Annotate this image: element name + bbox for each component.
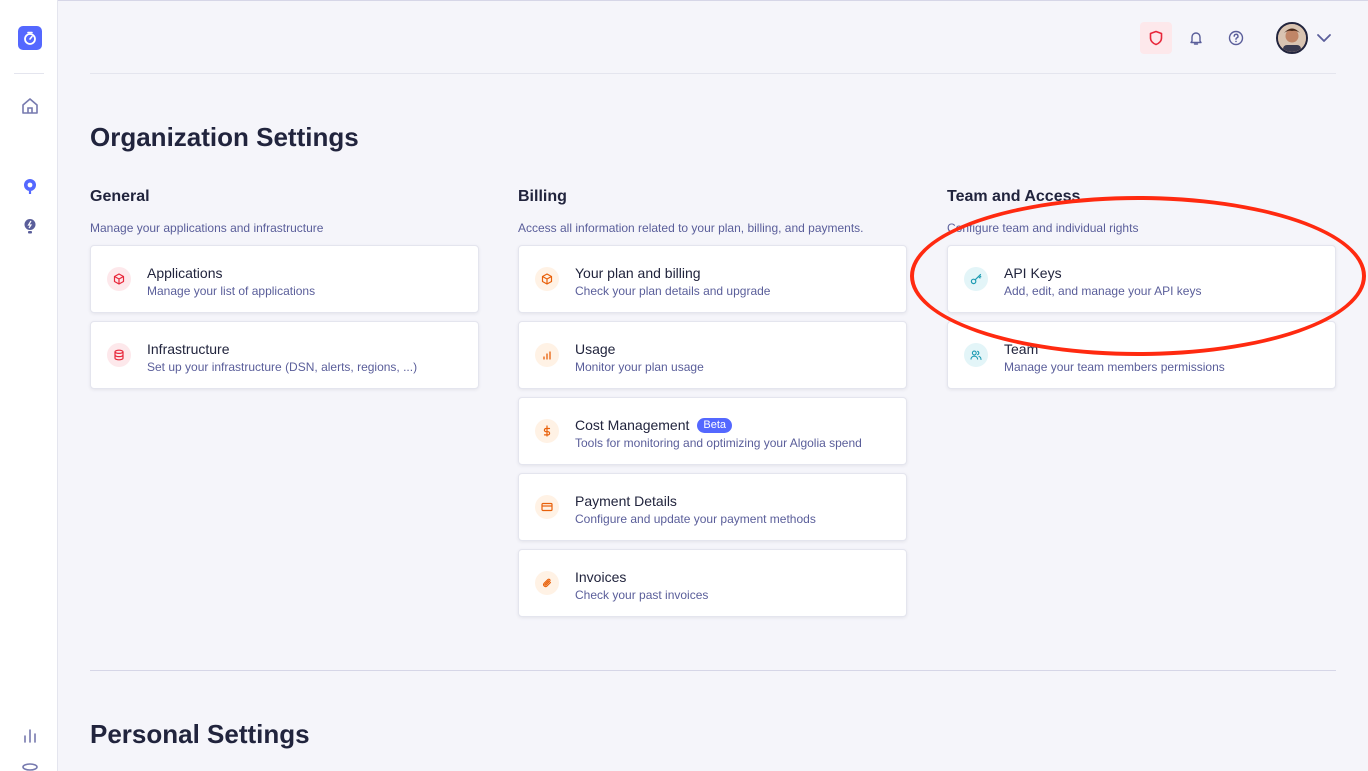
card-title: Your plan and billing: [575, 265, 701, 281]
card-title: Invoices: [575, 569, 627, 585]
lightbulb-icon[interactable]: [19, 215, 41, 237]
chevron-down-icon[interactable]: [1314, 28, 1334, 48]
card-title: Payment Details: [575, 493, 677, 509]
card-applications[interactable]: Applications Manage your list of applica…: [90, 245, 479, 313]
sidebar-divider: [14, 73, 44, 74]
cube-icon: [535, 267, 559, 291]
card-title: Infrastructure: [147, 341, 230, 357]
sidebar: [0, 0, 58, 771]
search-icon[interactable]: [19, 175, 41, 197]
card-team[interactable]: Team Manage your team members permission…: [947, 321, 1336, 389]
card-cost-management[interactable]: Cost Management Beta Tools for monitoring…: [518, 397, 907, 465]
dollar-icon: [535, 419, 559, 443]
card-api-keys[interactable]: API Keys Add, edit, and manage your API …: [947, 245, 1336, 313]
bell-icon[interactable]: [1180, 22, 1212, 54]
key-icon: [964, 267, 988, 291]
avatar[interactable]: [1276, 22, 1308, 54]
shield-icon[interactable]: [1140, 22, 1172, 54]
section-divider: [90, 670, 1336, 671]
section-description: Configure team and individual rights: [947, 221, 1139, 235]
card-title: API Keys: [1004, 265, 1062, 281]
personal-settings-title: Personal Settings: [90, 719, 310, 749]
help-icon[interactable]: [1220, 22, 1252, 54]
card-subtitle: Monitor your plan usage: [575, 360, 704, 374]
algolia-logo[interactable]: [18, 26, 42, 50]
card-plan-billing[interactable]: Your plan and billing Check your plan de…: [518, 245, 907, 313]
section-general: General Manage your applications and inf…: [90, 188, 479, 397]
card-subtitle: Configure and update your payment method…: [575, 512, 816, 526]
card-subtitle: Check your past invoices: [575, 588, 709, 602]
home-icon[interactable]: [19, 95, 41, 117]
users-icon: [964, 343, 988, 367]
paperclip-icon: [535, 571, 559, 595]
section-billing: Billing Access all information related t…: [518, 188, 907, 625]
page-title: Organization Settings: [90, 122, 359, 152]
section-team-access: Team and Access Configure team and indiv…: [947, 188, 1336, 397]
card-payment-details[interactable]: Payment Details Configure and update you…: [518, 473, 907, 541]
database-icon: [107, 343, 131, 367]
card-subtitle: Set up your infrastructure (DSN, alerts,…: [147, 360, 418, 374]
card-title: Cost Management Beta: [575, 417, 733, 433]
card-title-text: Cost Management: [575, 417, 690, 433]
card-infrastructure[interactable]: Infrastructure Set up your infrastructur…: [90, 321, 479, 389]
card-subtitle: Manage your list of applications: [147, 284, 316, 298]
card-subtitle: Add, edit, and manage your API keys: [1004, 284, 1202, 298]
section-description: Manage your applications and infrastruct…: [90, 221, 324, 235]
section-title: Billing: [518, 188, 567, 205]
cube-icon: [107, 267, 131, 291]
bar-chart-icon: [535, 343, 559, 367]
card-subtitle: Tools for monitoring and optimizing your…: [575, 436, 862, 450]
beta-badge: Beta: [697, 417, 733, 433]
card-title: Usage: [575, 341, 616, 357]
database-icon[interactable]: [19, 760, 41, 771]
card-subtitle: Manage your team members permissions: [1004, 360, 1225, 374]
card-subtitle: Check your plan details and upgrade: [575, 284, 771, 298]
section-description: Access all information related to your p…: [518, 221, 864, 235]
credit-card-icon: [535, 495, 559, 519]
card-title: Applications: [147, 265, 223, 281]
card-title: Team: [1004, 341, 1039, 357]
top-bar: [90, 0, 1336, 74]
section-title: General: [90, 188, 150, 205]
section-title: Team and Access: [947, 188, 1081, 205]
chart-icon[interactable]: [19, 724, 41, 746]
card-invoices[interactable]: Invoices Check your past invoices: [518, 549, 907, 617]
card-usage[interactable]: Usage Monitor your plan usage: [518, 321, 907, 389]
